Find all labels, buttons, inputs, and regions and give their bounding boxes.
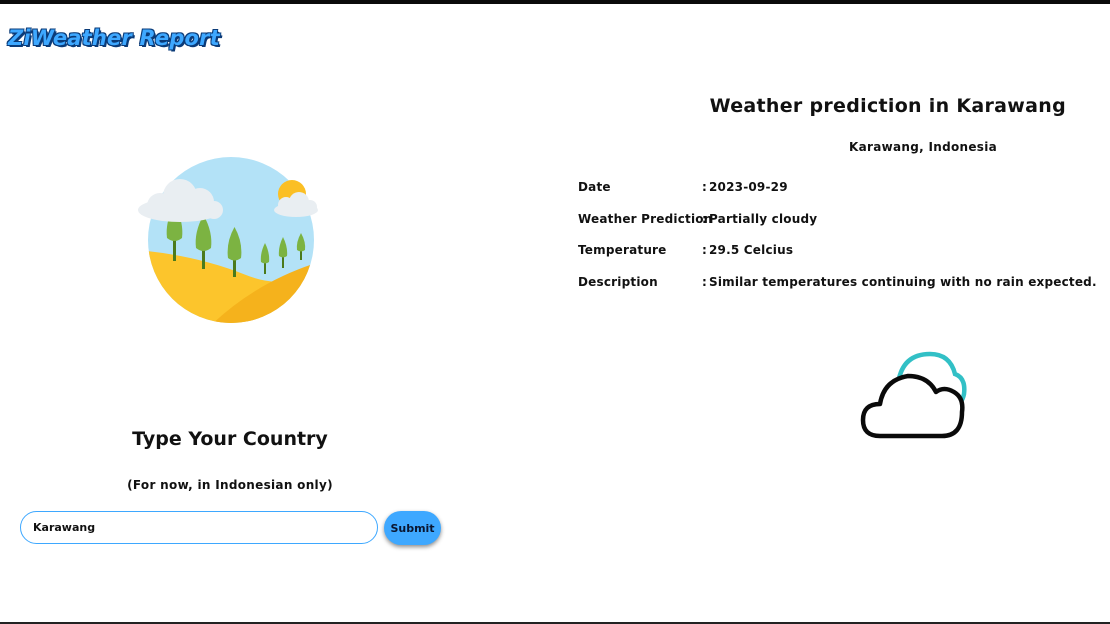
info-row-description: Description: Similar temperatures continu… [578,275,1097,289]
info-separator: : [702,180,707,194]
prediction-title: Weather prediction in Karawang [709,95,1066,117]
info-label: Date [578,180,611,194]
info-value: Similar temperatures continuing with no … [709,275,1097,289]
brand-title: ZiWeather Report [8,26,220,50]
info-value: 29.5 Celcius [709,243,794,257]
submit-button[interactable]: Submit [384,511,441,545]
prediction-location: Karawang, Indonesia [849,140,998,154]
info-label: Temperature [578,243,667,257]
form-title: Type Your Country [132,428,328,450]
info-label: Weather Prediction [578,212,713,226]
info-separator: : [702,243,707,257]
info-row-date: Date:2023-09-29 [578,180,788,194]
form-subtitle: (For now, in Indonesian only) [127,478,333,492]
info-value: Partially cloudy [709,212,818,226]
info-row-temperature: Temperature:29.5 Celcius [578,243,793,257]
info-separator: : [702,212,707,226]
country-input[interactable] [20,511,378,544]
info-label: Description [578,275,658,289]
window-top-border [0,0,1110,4]
info-separator: : [702,275,707,289]
landscape-illustration [138,157,318,323]
info-row-weather: Weather Prediction: Partially cloudy [578,212,817,226]
info-value: 2023-09-29 [709,180,788,194]
partly-cloudy-icon [860,351,967,439]
